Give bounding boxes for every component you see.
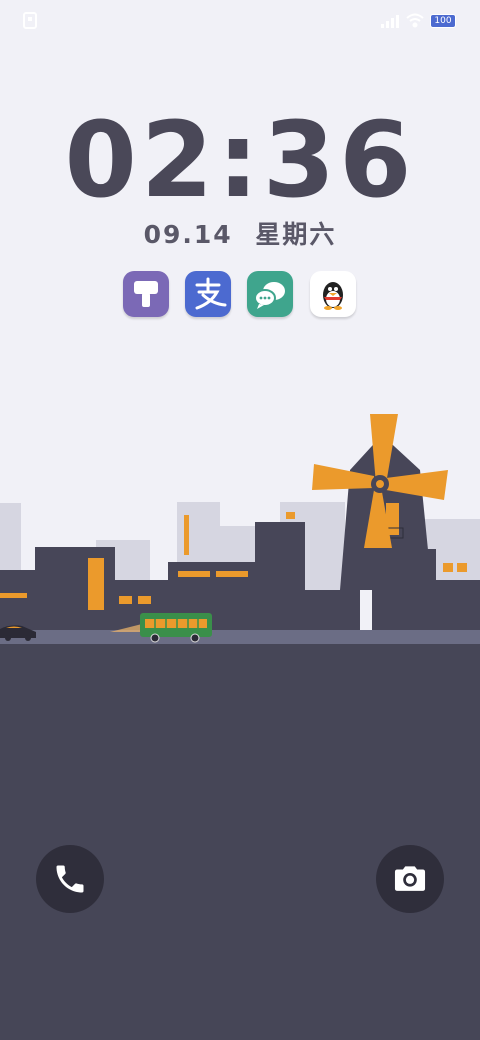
phone-icon <box>56 865 84 893</box>
camera-button[interactable] <box>376 845 444 913</box>
road <box>0 630 480 644</box>
camera-icon <box>394 866 426 891</box>
ground <box>0 644 480 1040</box>
phone-button[interactable] <box>36 845 104 913</box>
